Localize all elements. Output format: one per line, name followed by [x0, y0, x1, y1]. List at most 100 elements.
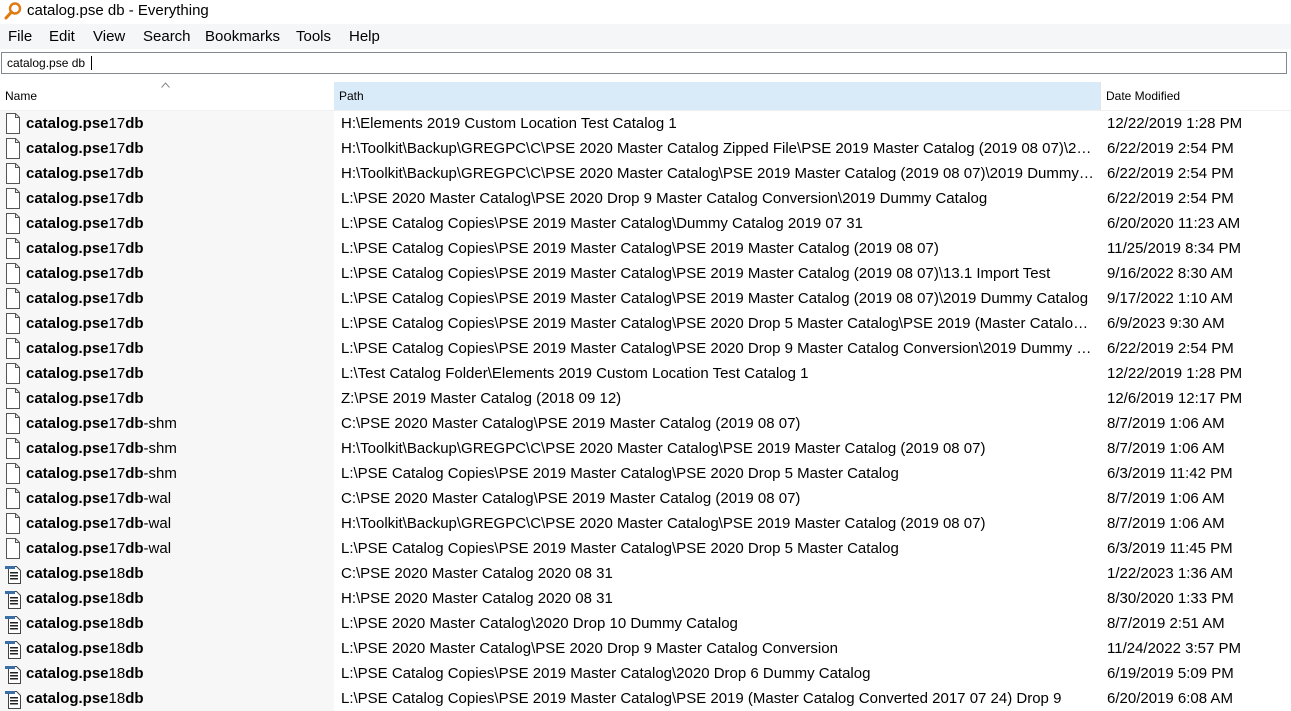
- match-highlight: db: [125, 340, 144, 357]
- match-highlight: catalog.pse: [26, 540, 109, 557]
- file-path: L:\PSE Catalog Copies\PSE 2019 Master Ca…: [341, 465, 899, 482]
- date-modified: 8/7/2019 2:51 AM: [1107, 615, 1225, 632]
- table-row[interactable]: catalog.pse17db L:\PSE Catalog Copies\PSE…: [0, 311, 1291, 336]
- file-path: Z:\PSE 2019 Master Catalog (2018 09 12): [341, 390, 622, 407]
- name-version: 17: [108, 540, 126, 557]
- menu-tools[interactable]: Tools: [296, 27, 331, 46]
- file-name: catalog.pse17db: [26, 211, 326, 236]
- menu-view[interactable]: View: [93, 27, 125, 46]
- date-modified: 1/22/2023 1:36 AM: [1107, 565, 1233, 582]
- match-highlight: db: [125, 215, 144, 232]
- name-version: 17: [108, 215, 126, 232]
- column-header-path[interactable]: Path: [334, 82, 1100, 110]
- table-row[interactable]: catalog.pse17db-wal C:\PSE 2020 Master Ca…: [0, 486, 1291, 511]
- text-caret: [91, 56, 92, 70]
- name-version: 17: [108, 315, 126, 332]
- name-version: 17: [108, 390, 126, 407]
- table-row[interactable]: catalog.pse17db H:\Elements 2019 Custom L…: [0, 111, 1291, 136]
- table-row[interactable]: catalog.pse17db H:\Toolkit\Backup\GREGPC\…: [0, 161, 1291, 186]
- column-header-date[interactable]: Date Modified: [1100, 82, 1291, 110]
- name-version: 17: [108, 490, 126, 507]
- file-path: H:\Toolkit\Backup\GREGPC\C\PSE 2020 Mast…: [341, 165, 1096, 182]
- table-row[interactable]: catalog.pse18db L:\PSE Catalog Copies\PSE…: [0, 686, 1291, 711]
- match-highlight: catalog.pse: [26, 315, 109, 332]
- table-row[interactable]: catalog.pse17db L:\PSE Catalog Copies\PSE…: [0, 236, 1291, 261]
- name-version: 17: [108, 115, 126, 132]
- file-name: catalog.pse17db: [26, 311, 326, 336]
- title-bar: catalog.pse db - Everything: [0, 0, 1291, 24]
- date-modified: 12/6/2019 12:17 PM: [1107, 390, 1243, 407]
- file-path: L:\PSE Catalog Copies\PSE 2019 Master Ca…: [341, 340, 1096, 357]
- file-path: H:\Elements 2019 Custom Location Test Ca…: [341, 115, 677, 132]
- match-highlight: db: [125, 690, 144, 707]
- date-modified: 11/25/2019 8:34 PM: [1107, 240, 1241, 257]
- table-row[interactable]: catalog.pse18db L:\PSE 2020 Master Catalo…: [0, 636, 1291, 661]
- name-version: 17: [108, 140, 126, 157]
- name-tail: -wal: [143, 515, 172, 532]
- name-version: 17: [108, 465, 126, 482]
- table-row[interactable]: catalog.pse17db-shm L:\PSE Catalog Copies…: [0, 461, 1291, 486]
- file-name: catalog.pse17db: [26, 186, 326, 211]
- menu-file[interactable]: File: [8, 27, 32, 46]
- table-row[interactable]: catalog.pse17db-wal L:\PSE Catalog Copies…: [0, 536, 1291, 561]
- match-highlight: db: [125, 640, 144, 657]
- name-version: 17: [108, 340, 126, 357]
- name-version: 18: [108, 590, 126, 607]
- match-highlight: catalog.pse: [26, 665, 109, 682]
- table-row[interactable]: catalog.pse17db H:\Toolkit\Backup\GREGPC\…: [0, 136, 1291, 161]
- menu-search[interactable]: Search: [143, 27, 191, 46]
- table-row[interactable]: catalog.pse17db-shm H:\Toolkit\Backup\GRE…: [0, 436, 1291, 461]
- file-path: L:\PSE Catalog Copies\PSE 2019 Master Ca…: [341, 315, 1096, 332]
- match-highlight: catalog.pse: [26, 290, 109, 307]
- table-row[interactable]: catalog.pse18db H:\PSE 2020 Master Catalo…: [0, 586, 1291, 611]
- file-path: L:\PSE Catalog Copies\PSE 2019 Master Ca…: [341, 665, 871, 682]
- table-row[interactable]: catalog.pse18db L:\PSE 2020 Master Catalo…: [0, 611, 1291, 636]
- table-row[interactable]: catalog.pse17db-wal H:\Toolkit\Backup\GRE…: [0, 511, 1291, 536]
- file-path: L:\PSE Catalog Copies\PSE 2019 Master Ca…: [341, 690, 1062, 707]
- table-row[interactable]: catalog.pse17db L:\PSE Catalog Copies\PSE…: [0, 286, 1291, 311]
- match-highlight: catalog.pse: [26, 440, 109, 457]
- match-highlight: catalog.pse: [26, 615, 109, 632]
- match-highlight: catalog.pse: [26, 690, 109, 707]
- menu-bar: File Edit View Search Bookmarks Tools He…: [0, 24, 1291, 49]
- name-version: 17: [108, 515, 126, 532]
- file-path: L:\PSE 2020 Master Catalog\PSE 2020 Drop…: [341, 190, 988, 207]
- date-modified: 12/22/2019 1:28 PM: [1107, 115, 1243, 132]
- date-modified: 12/22/2019 1:28 PM: [1107, 365, 1243, 382]
- table-row[interactable]: catalog.pse18db L:\PSE Catalog Copies\PSE…: [0, 661, 1291, 686]
- match-highlight: db: [125, 515, 144, 532]
- table-row[interactable]: catalog.pse17db-shm C:\PSE 2020 Master Ca…: [0, 411, 1291, 436]
- date-modified: 9/17/2022 1:10 AM: [1107, 290, 1233, 307]
- table-row[interactable]: catalog.pse17db L:\PSE Catalog Copies\PSE…: [0, 261, 1291, 286]
- match-highlight: db: [125, 490, 144, 507]
- match-highlight: db: [125, 115, 144, 132]
- table-row[interactable]: catalog.pse17db L:\PSE Catalog Copies\PSE…: [0, 211, 1291, 236]
- match-highlight: catalog.pse: [26, 415, 109, 432]
- menu-bookmarks[interactable]: Bookmarks: [205, 27, 280, 46]
- file-name: catalog.pse18db: [26, 611, 326, 636]
- menu-help[interactable]: Help: [349, 27, 380, 46]
- file-name: catalog.pse17db-shm: [26, 436, 326, 461]
- date-modified: 8/7/2019 1:06 AM: [1107, 440, 1225, 457]
- file-name: catalog.pse17db-wal: [26, 486, 326, 511]
- name-version: 18: [108, 690, 126, 707]
- table-row[interactable]: catalog.pse17db L:\PSE Catalog Copies\PSE…: [0, 336, 1291, 361]
- table-row[interactable]: catalog.pse17db Z:\PSE 2019 Master Catalo…: [0, 386, 1291, 411]
- search-bar: [0, 51, 1291, 77]
- name-tail: -wal: [143, 490, 172, 507]
- name-tail: -shm: [143, 465, 177, 482]
- file-name: catalog.pse17db: [26, 236, 326, 261]
- match-highlight: catalog.pse: [26, 340, 109, 357]
- table-row[interactable]: catalog.pse18db C:\PSE 2020 Master Catalo…: [0, 561, 1291, 586]
- search-input[interactable]: [1, 52, 1287, 74]
- file-path: H:\Toolkit\Backup\GREGPC\C\PSE 2020 Mast…: [341, 140, 1096, 157]
- match-highlight: catalog.pse: [26, 390, 109, 407]
- date-modified: 6/3/2019 11:42 PM: [1107, 465, 1233, 482]
- menu-edit[interactable]: Edit: [49, 27, 75, 46]
- table-row[interactable]: catalog.pse17db L:\Test Catalog Folder\El…: [0, 361, 1291, 386]
- table-row[interactable]: catalog.pse17db L:\PSE 2020 Master Catalo…: [0, 186, 1291, 211]
- file-path: L:\PSE Catalog Copies\PSE 2019 Master Ca…: [341, 215, 863, 232]
- file-path: H:\Toolkit\Backup\GREGPC\C\PSE 2020 Mast…: [341, 515, 986, 532]
- match-highlight: catalog.pse: [26, 190, 109, 207]
- column-header-name-label: Name: [5, 89, 38, 103]
